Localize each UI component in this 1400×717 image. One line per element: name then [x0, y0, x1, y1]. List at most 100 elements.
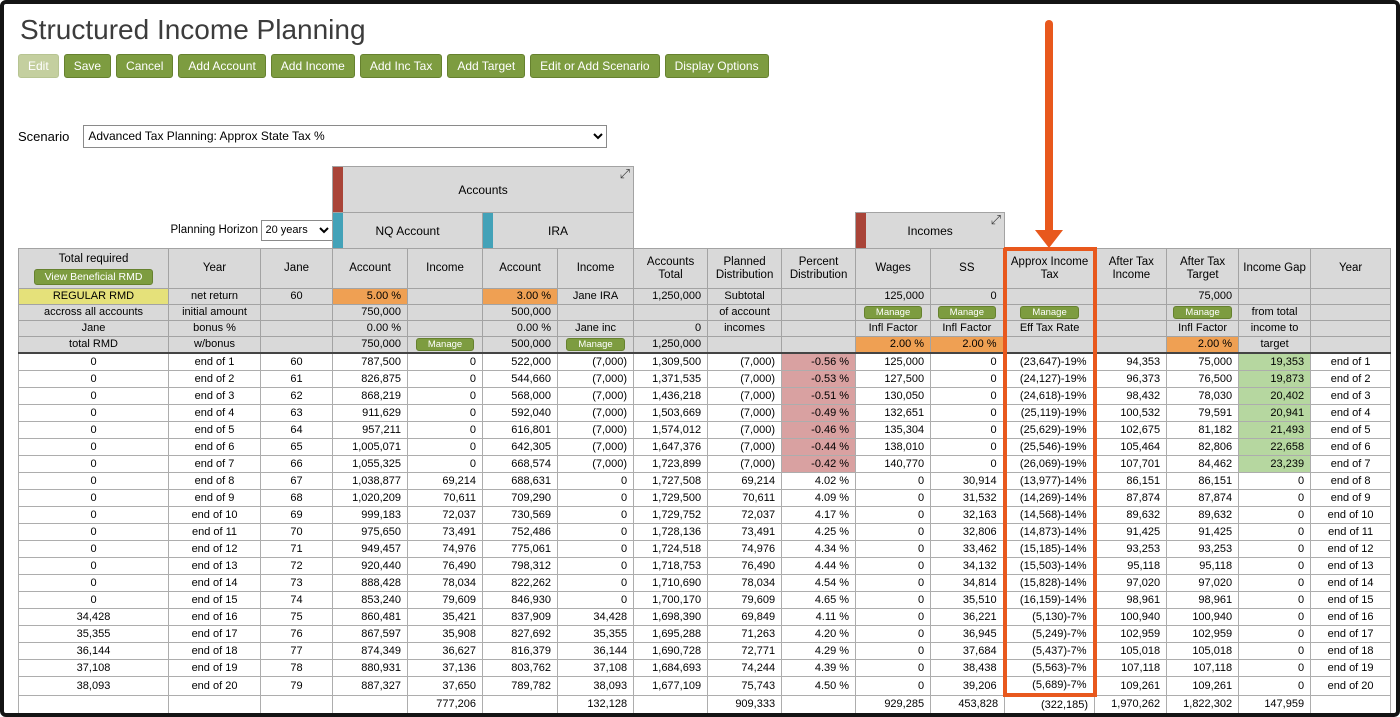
cell-year-right: end of 11: [1310, 523, 1392, 541]
cell-nq-income: 0: [407, 438, 484, 456]
cell-planned-distribution: 74,976: [707, 540, 783, 558]
cell-nq-account: 1,055,325: [332, 455, 409, 473]
cell-wages: 0: [855, 557, 932, 575]
manage-button-approx-income-tax[interactable]: Manage: [1020, 305, 1079, 319]
config-cell-ss[interactable]: 2.00 %: [930, 336, 1006, 354]
config-cell-jane: [259, 304, 334, 321]
cell-year-right: end of 18: [1310, 642, 1392, 660]
config-cell-ira-income: Manage: [557, 336, 635, 354]
config-cell-ss: Manage: [930, 304, 1006, 321]
add-target-button[interactable]: Add Target: [447, 54, 526, 78]
cell-planned-distribution: (7,000): [707, 455, 783, 473]
cell-percent-distribution: 4.09 %: [781, 489, 857, 507]
manage-button-wages[interactable]: Manage: [863, 305, 923, 319]
config-cell-planned-distribution: of account: [707, 304, 783, 321]
column-header-after-tax-income: After Tax Income: [1094, 248, 1168, 289]
cell-jane: 67: [259, 472, 334, 490]
app-window: Structured Income Planning Edit Save Cance…: [0, 0, 1400, 717]
save-button[interactable]: Save: [63, 54, 112, 78]
expand-icon[interactable]: ⤢: [620, 168, 630, 182]
add-account-button[interactable]: Add Account: [178, 54, 266, 78]
cell-year-right: end of 4: [1310, 404, 1392, 422]
cell-year: end of 13: [168, 557, 261, 575]
config-cell-ira-account: 500,000: [482, 304, 559, 321]
cell-jane: 63: [259, 404, 334, 422]
cell-total-required: 34,428: [18, 608, 169, 626]
cell-planned-distribution: (7,000): [707, 438, 783, 456]
table-row: 35,355 end of 17 76 867,597 35,908 827,692 35,…: [18, 625, 1392, 643]
config-cell-approx-income-tax: [1002, 336, 1097, 354]
config-cell-after-tax-target: 75,000: [1166, 288, 1240, 305]
cell-year: end of 16: [168, 608, 261, 626]
cell-after-tax-target: 76,500: [1166, 370, 1240, 388]
manage-button-ss[interactable]: Manage: [937, 305, 996, 319]
cell-nq-income: 73,491: [407, 523, 484, 541]
manage-button-ira-income[interactable]: Manage: [566, 337, 625, 351]
edit-or-add-scenario-button[interactable]: Edit or Add Scenario: [530, 54, 660, 78]
manage-button-nq-income[interactable]: Manage: [415, 337, 475, 351]
display-options-button[interactable]: Display Options: [664, 54, 769, 78]
cell-jane: 75: [259, 608, 334, 626]
config-cell-nq-income: [407, 320, 484, 337]
cell-planned-distribution: 73,491: [707, 523, 783, 541]
cell-nq-income: 69,214: [407, 472, 484, 490]
cell-ira-income: 0: [557, 557, 635, 575]
config-cell-accounts-total: 1,250,000: [633, 288, 709, 305]
cell-approx-income-tax: (26,069)-19%: [1002, 455, 1097, 473]
cell-accounts-total: 1,574,012: [633, 421, 709, 439]
cell-ira-income: 37,108: [557, 659, 635, 677]
cell-after-tax-income: 102,675: [1094, 421, 1168, 439]
cell-accounts-total: 1,700,170: [633, 591, 709, 609]
edit-button[interactable]: Edit: [18, 54, 59, 78]
expand-icon[interactable]: ⤢: [991, 214, 1001, 228]
cell-jane: 79: [259, 676, 334, 696]
cell-ira-income: 0: [557, 540, 635, 558]
manage-button-after-tax-target[interactable]: Manage: [1173, 305, 1232, 319]
config-cell-jane: 60: [259, 288, 334, 305]
config-cell-planned-distribution: incomes: [707, 320, 783, 337]
cell-after-tax-income: 87,874: [1094, 489, 1168, 507]
cell-total-required: 36,144: [18, 642, 169, 660]
cell-wages: 125,000: [855, 352, 932, 371]
incomes-group-header: Incomes ⤢: [855, 212, 1006, 249]
config-cell-ira-account[interactable]: 3.00 %: [482, 288, 559, 305]
scenario-select[interactable]: Advanced Tax Planning: Approx State Tax …: [83, 124, 608, 148]
config-cell-ira-account: 500,000: [482, 336, 559, 354]
cell-year: end of 12: [168, 540, 261, 558]
scenario-label: Scenario: [18, 128, 70, 144]
cell-nq-account: 853,240: [332, 591, 409, 609]
cancel-button[interactable]: Cancel: [116, 54, 174, 78]
config-cell-nq-account[interactable]: 5.00 %: [332, 288, 409, 305]
config-cell-ira-income: Jane inc: [557, 320, 635, 337]
cell-after-tax-target: 84,462: [1166, 455, 1240, 473]
add-inc-tax-button[interactable]: Add Inc Tax: [359, 54, 443, 78]
config-cell-approx-income-tax: Manage: [1002, 304, 1097, 321]
cell-after-tax-income: 98,961: [1094, 591, 1168, 609]
view-beneficial-rmd-button[interactable]: View Beneficial RMD: [33, 268, 154, 285]
cell-wages: 135,304: [855, 421, 932, 439]
cell-ss: 0: [930, 352, 1006, 371]
cell-after-tax-income: 95,118: [1094, 557, 1168, 575]
column-header-total-required: Total required View Beneficial RMD: [18, 248, 169, 289]
cell-nq-income: 74,976: [407, 540, 484, 558]
config-cell-wages[interactable]: 2.00 %: [855, 336, 932, 354]
config-cell-year: net return: [168, 288, 261, 305]
cell-nq-income: 72,037: [407, 506, 484, 524]
total-nq-income: 777,206: [407, 694, 484, 713]
table-row: 0 end of 1 60 787,500 0 522,000 (7,000) 1,309,5…: [18, 352, 1392, 371]
column-header-jane: Jane: [259, 248, 334, 289]
add-income-button[interactable]: Add Income: [270, 54, 355, 78]
cell-income-gap: 19,873: [1238, 370, 1312, 388]
config-cell-after-tax-target[interactable]: 2.00 %: [1166, 336, 1240, 354]
cell-ira-account: 752,486: [482, 523, 559, 541]
column-header-ss: SS: [930, 248, 1006, 289]
table-row: 0 end of 8 67 1,038,877 69,214 688,631 0 1,727,…: [18, 472, 1392, 490]
planning-horizon-select[interactable]: 20 years: [260, 219, 333, 241]
cell-income-gap: 0: [1238, 676, 1312, 696]
cell-ira-income: (7,000): [557, 370, 635, 388]
cell-after-tax-income: 89,632: [1094, 506, 1168, 524]
cell-after-tax-target: 105,018: [1166, 642, 1240, 660]
cell-year-right: end of 15: [1310, 591, 1392, 609]
cell-nq-income: 36,627: [407, 642, 484, 660]
cell-ss: 0: [930, 404, 1006, 422]
